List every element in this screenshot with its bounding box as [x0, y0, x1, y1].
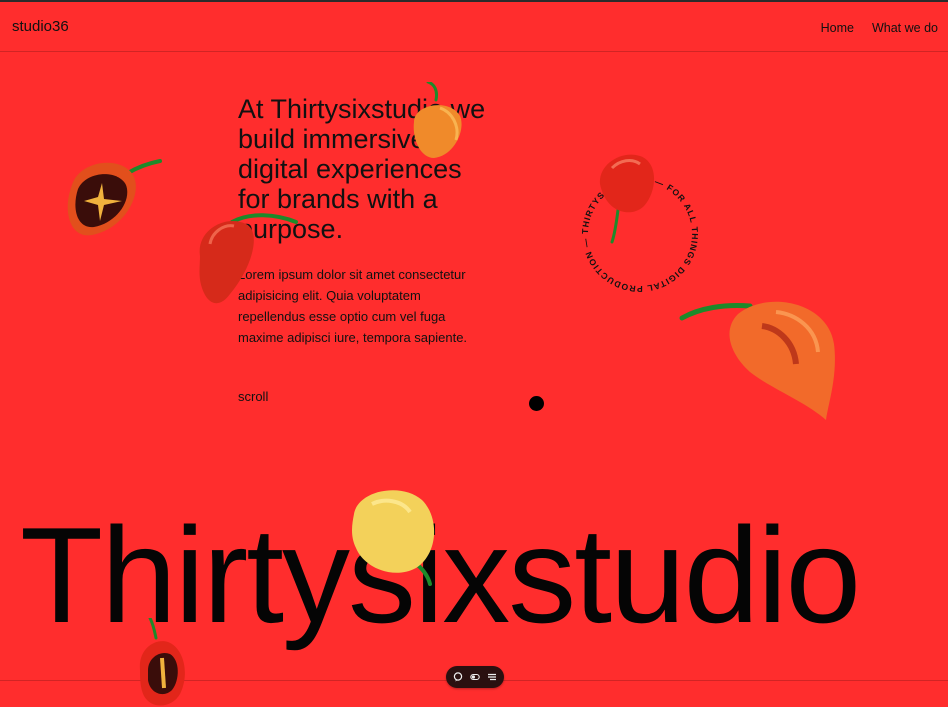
pepper-orange-icon [413, 82, 462, 158]
brand-logo[interactable]: studio36 [12, 18, 69, 35]
scroll-link[interactable]: scroll [238, 389, 268, 404]
nav-home-link[interactable]: Home [821, 21, 854, 35]
pepper-small-red-icon [599, 154, 655, 244]
page: studio36 Home What we do At Thirtysixstu… [0, 0, 948, 707]
chat-icon[interactable] [453, 672, 463, 682]
pepper-red-icon [199, 213, 298, 304]
main-nav: Home What we do [821, 21, 938, 35]
pepper-large-orange-icon [679, 301, 835, 420]
pepper-cut-icon [67, 159, 162, 236]
pepper-yellow-icon [352, 490, 435, 586]
menu-icon[interactable] [487, 672, 497, 682]
floating-toolbar [446, 666, 504, 688]
nav-what-we-do-link[interactable]: What we do [872, 21, 938, 35]
top-navigation: studio36 Home What we do [0, 0, 948, 52]
toggle-icon[interactable] [470, 672, 480, 682]
cursor-dot [529, 396, 544, 411]
pepper-half-icon [139, 618, 185, 706]
